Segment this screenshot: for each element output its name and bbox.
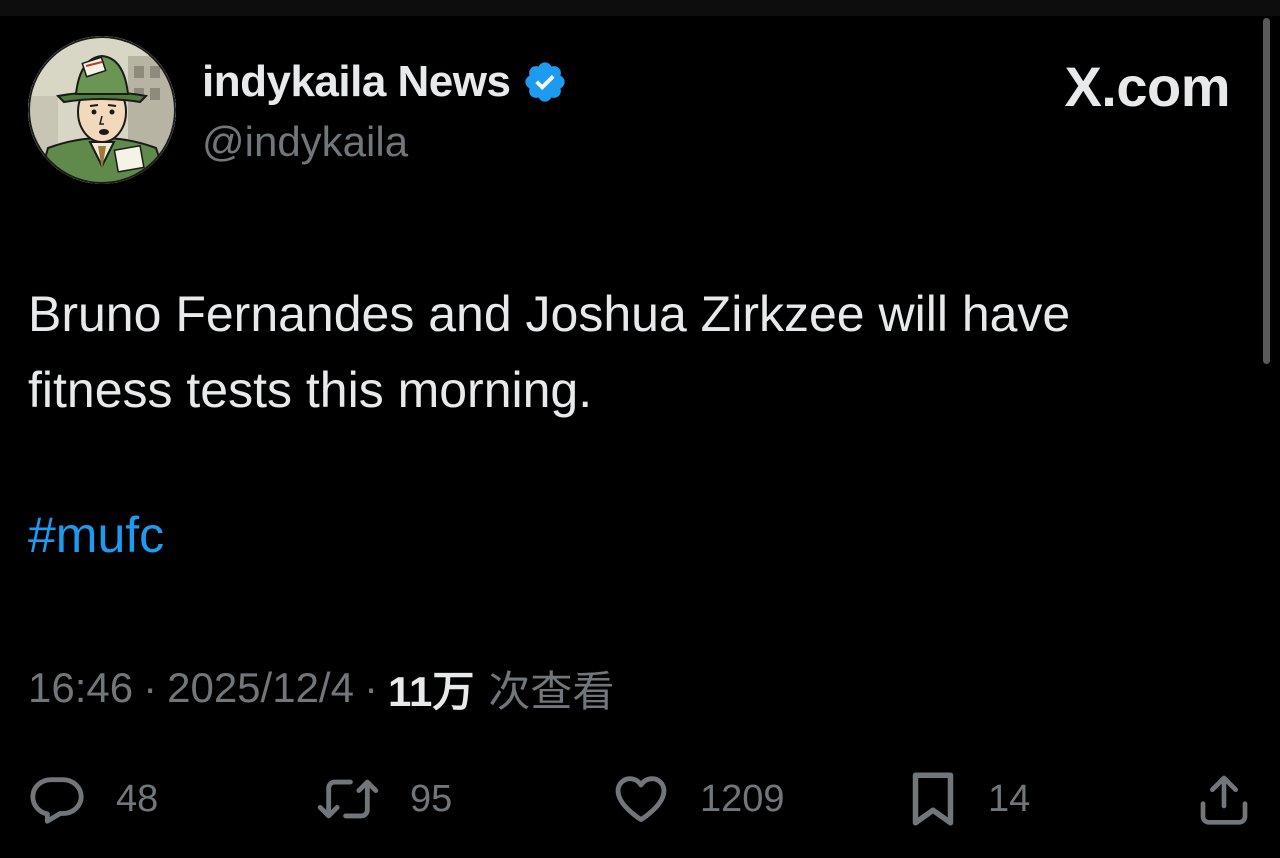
share-button[interactable]	[1196, 768, 1252, 830]
bookmark-icon	[912, 772, 954, 826]
scrollbar[interactable]	[1263, 18, 1270, 364]
views-count: 11万	[387, 667, 475, 715]
tweet-page: indykaila News @indykaila X.com Bruno Fe…	[0, 0, 1280, 858]
tweet-meta: 16:46 · 2025/12/4 · 11万 次查看	[28, 662, 614, 715]
meta-separator: ·	[143, 664, 158, 711]
top-status-strip	[0, 0, 1280, 16]
site-mark-logo: X.com	[1064, 55, 1230, 118]
retweet-icon	[317, 779, 379, 819]
reply-button[interactable]: 48	[28, 768, 158, 830]
display-name-row[interactable]: indykaila News	[202, 54, 568, 110]
views-label: 次查看	[488, 667, 615, 715]
press-reporter-avatar-icon	[28, 36, 176, 184]
retweet-count: 95	[410, 777, 453, 820]
bookmark-count: 14	[988, 777, 1031, 820]
heart-icon	[615, 776, 667, 822]
reply-bubble-icon	[30, 777, 84, 824]
user-handle[interactable]: @indykaila	[202, 118, 408, 166]
tweet-text: Bruno Fernandes and Joshua Zirkzee will …	[28, 286, 1071, 418]
reply-count: 48	[116, 777, 159, 820]
tweet-time[interactable]: 16:46	[28, 664, 133, 712]
retweet-button[interactable]: 95	[316, 768, 452, 830]
tweet-date[interactable]: 2025/12/4	[167, 664, 354, 712]
verified-badge-icon[interactable]	[522, 59, 568, 105]
avatar[interactable]	[28, 36, 176, 184]
hashtag-link[interactable]: #mufc	[28, 505, 164, 565]
like-count: 1209	[700, 777, 785, 820]
bookmark-button[interactable]: 14	[908, 768, 1030, 830]
meta-separator: ·	[363, 664, 378, 711]
display-name[interactable]: indykaila News	[202, 57, 511, 107]
like-button[interactable]: 1209	[612, 768, 785, 830]
share-icon	[1200, 775, 1248, 825]
